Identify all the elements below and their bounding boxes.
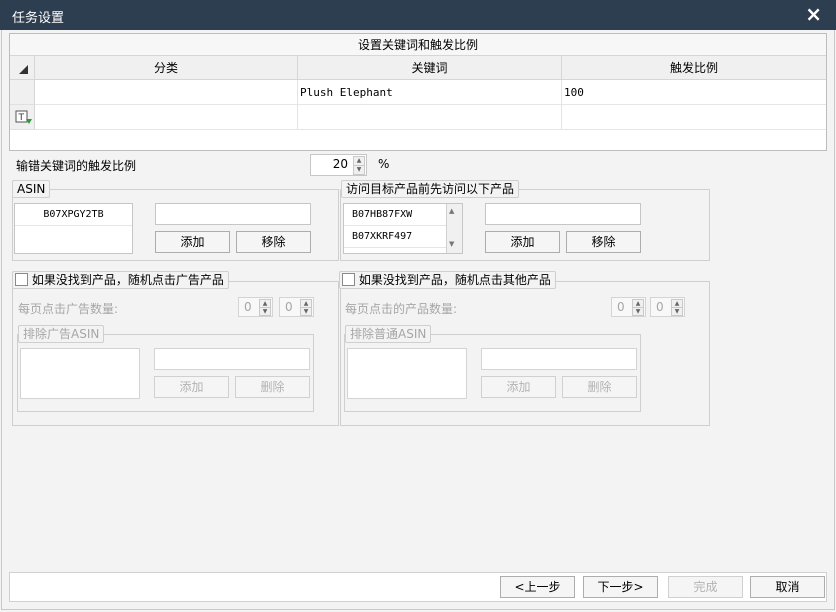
grid-cell-keyword[interactable]: Plush Elephant bbox=[298, 80, 562, 105]
other-min-spinner[interactable]: 0 ▲ ▼ bbox=[611, 297, 646, 317]
grid-cell-category[interactable] bbox=[35, 80, 298, 105]
spin-down-icon[interactable]: ▼ bbox=[671, 307, 683, 316]
ad-group-header: 如果没找到产品，随机点击广告产品 bbox=[12, 271, 229, 289]
other-max-spinner[interactable]: 0 ▲ ▼ bbox=[650, 297, 685, 317]
corner-triangle-icon bbox=[19, 65, 28, 74]
asin-group-title: ASIN bbox=[12, 180, 51, 198]
wrong-keyword-label: 输错关键词的触发比例 bbox=[16, 159, 137, 173]
visit-list-scrollbar[interactable]: ▲ ▼ bbox=[446, 204, 462, 253]
cancel-button[interactable]: 取消 bbox=[750, 576, 825, 598]
visit-input[interactable] bbox=[485, 203, 641, 225]
visit-list[interactable]: B07HB87FXW B07XKRF497 ▲ ▼ bbox=[343, 203, 463, 254]
grid-new-cell-category[interactable] bbox=[35, 105, 298, 130]
visit-add-button[interactable]: 添加 bbox=[485, 231, 560, 253]
other-exclude-list[interactable] bbox=[347, 348, 467, 399]
grid-cell-ratio[interactable]: 100 bbox=[562, 80, 826, 105]
grid-new-cell-ratio[interactable] bbox=[562, 105, 826, 130]
new-row-icon: T bbox=[15, 110, 32, 124]
grid-header-keyword[interactable]: 关键词 bbox=[298, 56, 562, 80]
title-bar bbox=[0, 0, 836, 30]
other-checkbox[interactable] bbox=[342, 273, 355, 286]
next-button[interactable]: 下一步> bbox=[583, 576, 658, 598]
svg-text:T: T bbox=[18, 113, 25, 123]
grid-corner bbox=[10, 56, 35, 80]
scroll-up-icon[interactable]: ▲ bbox=[449, 207, 454, 215]
ad-checkbox-label[interactable]: 如果没找到产品，随机点击广告产品 bbox=[32, 273, 224, 287]
wrong-keyword-value[interactable]: 20 bbox=[333, 157, 348, 171]
spin-down-icon[interactable]: ▼ bbox=[632, 307, 644, 316]
visit-group-title: 访问目标产品前先访问以下产品 bbox=[341, 180, 520, 198]
row-indicator[interactable] bbox=[10, 80, 35, 105]
other-exclude-delete-button[interactable]: 删除 bbox=[562, 376, 637, 398]
grid-header-category[interactable]: 分类 bbox=[35, 56, 298, 80]
visit-list-item[interactable]: B07HB87FXW bbox=[344, 204, 462, 226]
new-row-indicator[interactable]: T bbox=[10, 105, 35, 130]
scroll-down-icon[interactable]: ▼ bbox=[449, 240, 454, 248]
asin-input[interactable] bbox=[155, 203, 311, 225]
grid-caption: 设置关键词和触发比例 bbox=[10, 34, 826, 56]
ad-exclude-input[interactable] bbox=[154, 348, 310, 370]
ad-exclude-add-button[interactable]: 添加 bbox=[154, 376, 229, 398]
ad-checkbox[interactable] bbox=[15, 273, 28, 286]
window-title: 任务设置 bbox=[12, 11, 65, 26]
percent-unit: % bbox=[378, 157, 390, 171]
ad-min-value[interactable]: 0 bbox=[244, 300, 252, 314]
ad-exclude-delete-button[interactable]: 删除 bbox=[235, 376, 310, 398]
ad-exclude-list[interactable] bbox=[20, 348, 140, 399]
spin-down-icon[interactable]: ▼ bbox=[259, 307, 271, 316]
wrong-keyword-spinner[interactable]: 20 ▲ ▼ bbox=[310, 154, 367, 176]
visit-remove-button[interactable]: 移除 bbox=[566, 231, 641, 253]
grid-new-cell-keyword[interactable] bbox=[298, 105, 562, 130]
spin-down-icon[interactable]: ▼ bbox=[353, 165, 365, 175]
ad-max-value[interactable]: 0 bbox=[285, 300, 293, 314]
close-icon[interactable]: × bbox=[805, 4, 822, 24]
ad-count-label: 每页点击广告数量: bbox=[18, 302, 119, 316]
other-group-header: 如果没找到产品，随机点击其他产品 bbox=[339, 271, 556, 289]
ad-exclude-title: 排除广告ASIN bbox=[18, 325, 105, 343]
spin-down-icon[interactable]: ▼ bbox=[300, 307, 312, 316]
asin-remove-button[interactable]: 移除 bbox=[236, 231, 311, 253]
asin-add-button[interactable]: 添加 bbox=[155, 231, 230, 253]
asin-list-item[interactable]: B07XPGY2TB bbox=[15, 204, 132, 226]
ad-max-spinner[interactable]: 0 ▲ ▼ bbox=[279, 297, 314, 317]
ad-min-spinner[interactable]: 0 ▲ ▼ bbox=[238, 297, 273, 317]
other-exclude-add-button[interactable]: 添加 bbox=[481, 376, 556, 398]
other-exclude-input[interactable] bbox=[481, 348, 637, 370]
finish-button[interactable]: 完成 bbox=[668, 576, 743, 598]
asin-list[interactable]: B07XPGY2TB bbox=[14, 203, 133, 254]
visit-list-item[interactable]: B07XKRF497 bbox=[344, 226, 462, 248]
other-min-value[interactable]: 0 bbox=[617, 300, 625, 314]
other-max-value[interactable]: 0 bbox=[656, 300, 664, 314]
other-exclude-title: 排除普通ASIN bbox=[345, 325, 432, 343]
other-count-label: 每页点击的产品数量: bbox=[345, 302, 458, 316]
prev-button[interactable]: <上一步 bbox=[500, 576, 575, 598]
grid-header-ratio[interactable]: 触发比例 bbox=[562, 56, 826, 80]
other-checkbox-label[interactable]: 如果没找到产品，随机点击其他产品 bbox=[359, 273, 551, 287]
